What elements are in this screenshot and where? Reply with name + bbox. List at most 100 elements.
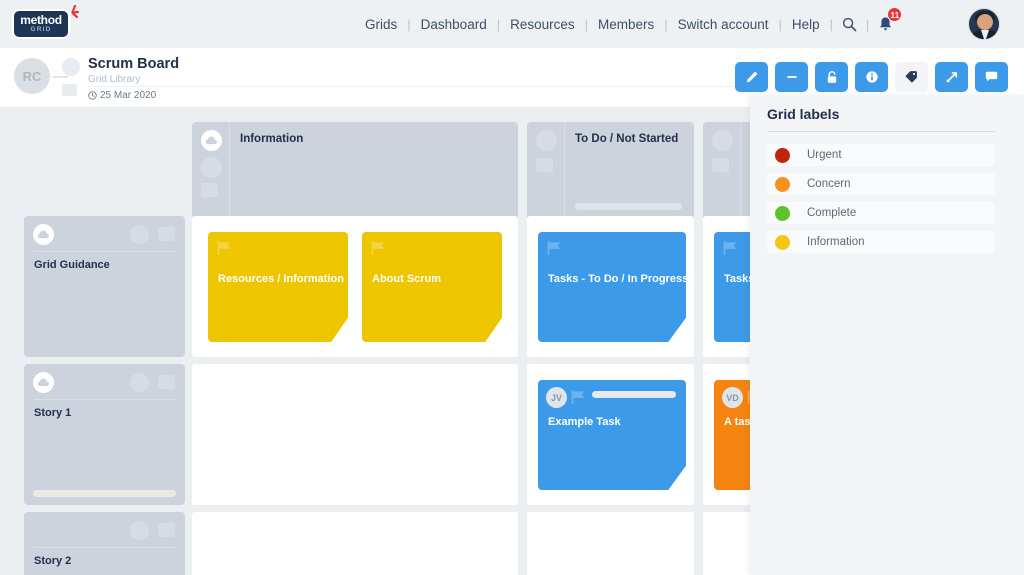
edit-button[interactable] (735, 62, 768, 92)
grid-labels-divider (767, 131, 995, 132)
grid-date: 25 Mar 2020 (88, 90, 156, 101)
column-avatar (201, 130, 222, 151)
row-header-story-2[interactable]: Story 2 (24, 512, 185, 575)
grid-cell[interactable]: JV Example Task (527, 364, 694, 505)
user-avatar[interactable] (968, 8, 1000, 40)
info-button[interactable] (855, 62, 888, 92)
grid-labels-panel: Grid labels Urgent Concern Complete Info… (750, 95, 1024, 575)
pencil-icon (746, 71, 757, 83)
label-item-concern[interactable]: Concern (767, 173, 995, 195)
label-color-dot (775, 205, 790, 221)
cloud-icon (37, 230, 49, 239)
method-grid-logo[interactable]: method GRID (12, 5, 80, 39)
row-flag-icon (158, 227, 175, 241)
tag-icon (905, 71, 917, 83)
flag-icon (547, 241, 561, 255)
header-icon-strip (192, 122, 230, 220)
nav-dashboard[interactable]: Dashboard (411, 17, 497, 32)
card-tasks-todo-inprogress[interactable]: Tasks - To Do / In Progress (538, 232, 686, 342)
grid-toolbar (735, 62, 1008, 92)
breadcrumb-library[interactable]: Grid Library (88, 74, 140, 85)
row-header-label: Grid Guidance (34, 259, 110, 271)
header-icon-strip (527, 122, 565, 220)
minimise-button[interactable] (775, 62, 808, 92)
label-item-information[interactable]: Information (767, 231, 995, 253)
info-icon (865, 71, 878, 83)
label-name: Urgent (807, 149, 842, 161)
row-placeholder-circle (130, 521, 149, 540)
grid-labels-list: Urgent Concern Complete Information (767, 144, 995, 260)
column-progress-bar (575, 203, 682, 210)
lock-button[interactable] (815, 62, 848, 92)
row-header-grid-guidance[interactable]: Grid Guidance (24, 216, 185, 357)
column-header-todo[interactable]: To Do / Not Started (527, 122, 694, 220)
label-item-urgent[interactable]: Urgent (767, 144, 995, 166)
row-header-label: Story 2 (34, 555, 72, 567)
card-label: Tasks - To Do / In Progress (548, 273, 686, 285)
label-color-dot (775, 234, 790, 250)
row-flag-icon (158, 523, 175, 537)
flag-icon (723, 241, 737, 255)
row-progress-bar (33, 490, 176, 497)
grid-cell[interactable]: Tasks - To Do / In Progress (527, 216, 694, 357)
row-divider (34, 547, 175, 548)
row-avatar (33, 224, 54, 245)
row-placeholder-circle (130, 373, 149, 392)
nav-members[interactable]: Members (588, 17, 664, 32)
grid-labels-title: Grid labels (767, 106, 840, 122)
placeholder-circle-icon (62, 58, 80, 76)
label-name: Concern (807, 178, 851, 190)
label-name: Information (807, 236, 865, 248)
column-header-label: Information (240, 133, 304, 145)
column-header-information[interactable]: Information (192, 122, 518, 220)
card-about-scrum[interactable]: About Scrum (362, 232, 502, 342)
column-flag-icon (201, 183, 218, 197)
notification-badge: 11 (887, 7, 903, 22)
bell-icon[interactable]: 11 (869, 7, 903, 32)
breadcrumb-connector (53, 76, 68, 78)
expand-button[interactable] (935, 62, 968, 92)
nav-grids[interactable]: Grids (355, 17, 407, 32)
search-icon[interactable] (833, 17, 866, 32)
row-divider (34, 251, 175, 252)
column-placeholder-circle (536, 130, 557, 151)
column-flag-icon (536, 158, 553, 172)
top-navigation-bar: method GRID Grids | Dashboard | Resource… (0, 0, 1024, 48)
comments-button[interactable] (975, 62, 1008, 92)
grid-cell[interactable] (192, 364, 518, 505)
card-avatar: JV (546, 387, 567, 408)
card-example-task[interactable]: JV Example Task (538, 380, 686, 490)
nav-switch-account[interactable]: Switch account (668, 17, 779, 32)
flag-icon (371, 241, 385, 255)
nav-help[interactable]: Help (782, 17, 830, 32)
card-progress-bar (592, 391, 676, 398)
row-avatar (33, 372, 54, 393)
label-name: Complete (807, 207, 857, 219)
card-resources-information[interactable]: Resources / Information (208, 232, 348, 342)
grid-cell[interactable] (192, 512, 518, 575)
label-item-complete[interactable]: Complete (767, 202, 995, 224)
row-header-story-1[interactable]: Story 1 (24, 364, 185, 505)
column-placeholder-circle (201, 157, 222, 178)
grid-cell[interactable]: Resources / Information About Scrum (192, 216, 518, 357)
nav-resources[interactable]: Resources (500, 17, 585, 32)
logo-subtext: GRID (30, 26, 52, 34)
cloud-icon (37, 378, 49, 387)
row-header-label: Story 1 (34, 407, 72, 419)
logo-wordmark: method (20, 13, 62, 28)
clock-icon (88, 91, 97, 100)
expand-arrow-icon (946, 72, 957, 83)
primary-nav: Grids | Dashboard | Resources | Members … (355, 0, 903, 48)
grid-owner-avatar[interactable]: RC (14, 58, 50, 94)
page-title: Scrum Board (88, 56, 180, 72)
lock-icon (827, 70, 836, 83)
column-placeholder-circle (712, 130, 733, 151)
column-header-label: To Do / Not Started (575, 133, 679, 145)
labels-button[interactable] (895, 62, 928, 92)
grid-cell[interactable] (527, 512, 694, 575)
subheader-divider (88, 86, 748, 87)
card-avatar: VD (722, 387, 743, 408)
card-label: Example Task (548, 416, 621, 428)
flag-icon (217, 241, 231, 255)
spark-icon (71, 5, 80, 19)
